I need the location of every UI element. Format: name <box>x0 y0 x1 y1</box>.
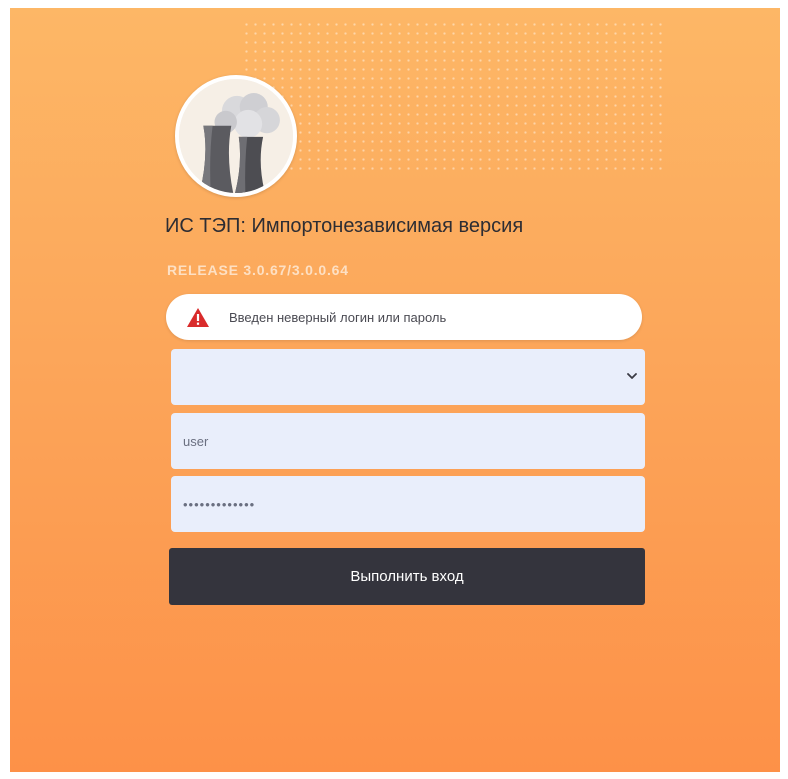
login-button[interactable]: Выполнить вход <box>169 548 645 605</box>
error-alert: Введен неверный логин или пароль <box>166 294 642 340</box>
cooling-towers-icon <box>179 79 293 193</box>
login-screen: ИС ТЭП: Импортонезависимая версия RELEAS… <box>10 8 780 772</box>
warning-icon <box>185 306 211 328</box>
server-select[interactable] <box>171 349 645 405</box>
password-input[interactable] <box>171 476 645 532</box>
logo <box>175 75 297 197</box>
username-input[interactable] <box>171 413 645 469</box>
error-message: Введен неверный логин или пароль <box>229 309 447 325</box>
dot-pattern-decoration <box>242 20 662 170</box>
chevron-down-icon[interactable] <box>625 369 639 383</box>
app-title: ИС ТЭП: Импортонезависимая версия <box>165 215 524 237</box>
release-version: RELEASE 3.0.67/3.0.0.64 <box>167 262 349 278</box>
